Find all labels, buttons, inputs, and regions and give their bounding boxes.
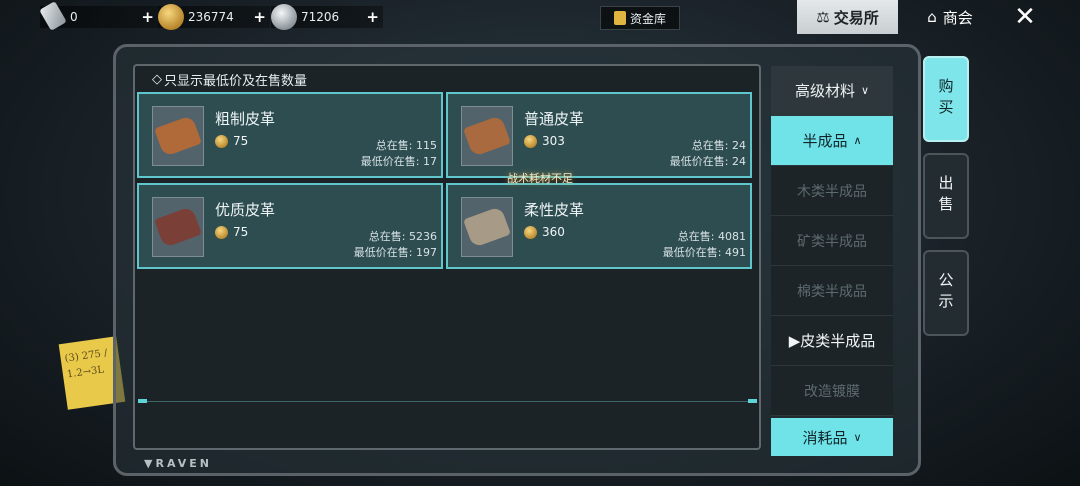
gold-coin-icon	[524, 225, 537, 239]
item-card[interactable]: 普通皮革 303 总在售: 24 最低价在售: 24	[446, 92, 752, 178]
chevron-down-icon: ∨	[860, 84, 870, 97]
add-ticket-button[interactable]: +	[141, 8, 154, 26]
gold-coin-icon	[215, 134, 228, 148]
silver-coin-icon	[271, 4, 297, 30]
shop-label: 商会	[942, 8, 973, 27]
filter-label: 只显示最低价及在售数量	[164, 74, 308, 89]
warning-toast: 战术耗材不足	[507, 172, 573, 185]
exchange-tab[interactable]: ⚖ 交易所	[797, 0, 898, 34]
leather-icon	[463, 206, 511, 248]
vault-icon	[613, 11, 626, 25]
currency-value: 236774	[188, 10, 234, 24]
leather-icon	[154, 206, 202, 248]
add-gold-button[interactable]: +	[253, 8, 266, 26]
divider-marker	[748, 399, 757, 403]
item-card[interactable]: 粗制皮革 75 总在售: 115 最低价在售: 17	[137, 92, 443, 178]
lowest-price-on-sale: 最低价在售: 24	[669, 155, 746, 168]
subcategory-ore[interactable]: 矿类半成品	[771, 216, 893, 266]
chevron-up-icon: ∧	[853, 134, 862, 147]
tab-sell[interactable]: 出售	[923, 153, 969, 239]
item-thumbnail	[152, 106, 204, 166]
vault-label: 资金库	[629, 11, 666, 26]
brand-logo: ▼RAVEN	[144, 457, 212, 470]
gold-coin-icon	[524, 134, 537, 148]
gold-coin-icon	[158, 4, 184, 30]
item-stats: 总在售: 5236 最低价在售: 197	[354, 229, 437, 261]
currency-value: 71206	[301, 10, 340, 24]
lowest-price-on-sale: 最低价在售: 491	[662, 246, 746, 259]
item-stats: 总在售: 4081 最低价在售: 491	[663, 229, 746, 261]
scale-icon: ⚖	[816, 8, 830, 26]
shop-tab[interactable]: ⌂ 商会	[910, 0, 990, 34]
currency-gold: 236774 +	[158, 4, 270, 30]
total-on-sale: 总在售: 4081	[677, 230, 746, 243]
add-silver-button[interactable]: +	[366, 8, 379, 26]
tab-buy[interactable]: 购买	[923, 56, 969, 142]
item-thumbnail	[152, 197, 204, 257]
price-value: 75	[233, 134, 249, 148]
gold-coin-icon	[215, 225, 228, 239]
lowest-price-on-sale: 最低价在售: 197	[353, 246, 437, 259]
diamond-icon: ◇	[152, 72, 162, 87]
tab-notice[interactable]: 公示	[923, 250, 969, 336]
currency-value: 0	[70, 10, 78, 24]
close-button[interactable]: ✕	[1005, 0, 1045, 34]
leather-icon	[463, 115, 511, 157]
total-on-sale: 总在售: 115	[375, 139, 437, 152]
lowest-price-on-sale: 最低价在售: 17	[360, 155, 437, 168]
price-value: 303	[542, 134, 565, 148]
item-name: 普通皮革	[524, 110, 585, 128]
category-consumables[interactable]: 消耗品 ∨	[771, 418, 893, 456]
item-thumbnail	[461, 106, 513, 166]
category-advanced-materials[interactable]: 高级材料 ∨	[771, 66, 893, 116]
item-name: 优质皮革	[215, 201, 276, 219]
currency-silver: 71206 +	[271, 4, 383, 30]
item-stats: 总在售: 24 最低价在售: 24	[670, 138, 746, 170]
item-price: 75	[215, 225, 248, 239]
home-icon: ⌂	[927, 8, 937, 26]
top-bar: 0 + 236774 + 71206 + 资金库 ⚖ 交易所 ⌂ 商会 ✕	[0, 0, 1080, 36]
subcategory-cotton[interactable]: 棉类半成品	[771, 266, 893, 316]
ticket-icon	[39, 1, 67, 31]
item-thumbnail	[461, 197, 513, 257]
item-price: 75	[215, 134, 248, 148]
price-value: 360	[542, 225, 565, 239]
item-card[interactable]: 柔性皮革 360 总在售: 4081 最低价在售: 491	[446, 183, 752, 269]
item-card[interactable]: 优质皮革 75 总在售: 5236 最低价在售: 197	[137, 183, 443, 269]
vault-button[interactable]: 资金库	[600, 6, 680, 30]
divider	[140, 401, 756, 402]
subcategory-wood[interactable]: 木类半成品	[771, 166, 893, 216]
item-price: 303	[524, 134, 565, 148]
item-price: 360	[524, 225, 565, 239]
item-name: 柔性皮革	[524, 201, 585, 219]
exchange-label: 交易所	[833, 8, 879, 27]
category-list: 高级材料 ∨ 半成品 ∧ 木类半成品 矿类半成品 棉类半成品 ▶皮类半成品 改造镀膜…	[771, 66, 893, 456]
min-price-filter-toggle[interactable]: ◇ 只显示最低价及在售数量	[152, 70, 307, 89]
subcategory-leather[interactable]: ▶皮类半成品	[771, 316, 893, 366]
total-on-sale: 总在售: 5236	[368, 230, 437, 243]
item-stats: 总在售: 115 最低价在售: 17	[361, 138, 437, 170]
close-icon: ✕	[1014, 2, 1036, 32]
chevron-down-icon: ∨	[853, 431, 862, 444]
leather-icon	[154, 115, 202, 157]
total-on-sale: 总在售: 24	[691, 139, 746, 152]
category-semi-finished[interactable]: 半成品 ∧	[771, 116, 893, 166]
item-name: 粗制皮革	[215, 110, 276, 128]
price-value: 75	[233, 225, 249, 239]
subcategory-coating[interactable]: 改造镀膜	[771, 366, 893, 416]
divider-marker	[138, 399, 147, 403]
currency-ticket: 0 +	[39, 1, 158, 31]
